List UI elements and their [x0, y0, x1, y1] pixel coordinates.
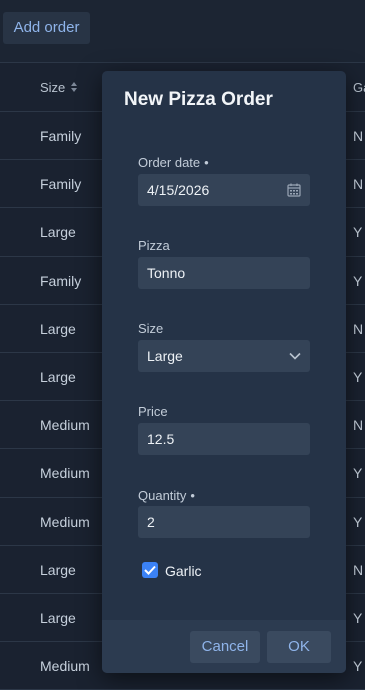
- toolbar: Add order: [0, 0, 365, 63]
- size-cell: Medium: [40, 465, 90, 482]
- size-select[interactable]: Large: [138, 340, 310, 372]
- sort-icon[interactable]: [70, 81, 78, 93]
- garlic-label[interactable]: Garlic: [165, 563, 202, 579]
- garlic-cell: N: [353, 176, 364, 193]
- size-value: Large: [147, 348, 183, 364]
- garlic-cell: Y: [353, 513, 363, 530]
- column-header-size[interactable]: Size: [40, 80, 65, 95]
- garlic-cell: N: [353, 561, 364, 578]
- garlic-cell: Y: [353, 224, 363, 241]
- size-cell: Family: [40, 272, 82, 289]
- check-icon: [144, 565, 156, 575]
- garlic-checkbox[interactable]: [142, 562, 158, 578]
- size-cell: Family: [40, 128, 82, 144]
- garlic-cell: N: [353, 128, 364, 144]
- dialog-title: New Pizza Order: [124, 89, 273, 110]
- quantity-value: 2: [147, 514, 155, 530]
- order-date-value: 4/15/2026: [147, 182, 210, 198]
- size-cell: Family: [40, 176, 82, 193]
- garlic-cell: N: [353, 320, 364, 337]
- size-cell: Medium: [40, 417, 90, 434]
- size-cell: Medium: [40, 658, 90, 675]
- size-label: Size: [138, 321, 164, 336]
- size-cell: Large: [40, 320, 76, 337]
- quantity-label: Quantity •: [138, 488, 195, 503]
- price-label: Price: [138, 404, 168, 419]
- size-cell: Large: [40, 224, 76, 241]
- required-mark: •: [204, 155, 209, 170]
- garlic-cell: N: [353, 417, 364, 434]
- calendar-icon[interactable]: [287, 183, 301, 197]
- garlic-cell: Y: [353, 658, 363, 675]
- price-value: 12.5: [147, 431, 175, 447]
- add-order-button[interactable]: Add order: [3, 12, 90, 44]
- chevron-down-icon[interactable]: [289, 352, 301, 360]
- garlic-cell: Y: [353, 609, 363, 626]
- required-mark: •: [190, 488, 195, 503]
- price-input[interactable]: 12.5: [138, 423, 310, 455]
- size-cell: Large: [40, 609, 76, 626]
- size-cell: Large: [40, 561, 76, 578]
- quantity-input[interactable]: 2: [138, 506, 310, 538]
- ok-button[interactable]: OK: [267, 631, 331, 663]
- column-header-garlic[interactable]: Ga: [353, 80, 365, 95]
- size-cell: Medium: [40, 513, 90, 530]
- garlic-cell: Y: [353, 465, 363, 482]
- new-pizza-order-dialog: New Pizza Order Order date • 4/15/2026 Pi…: [102, 71, 346, 673]
- size-cell: Large: [40, 368, 76, 385]
- cancel-button[interactable]: Cancel: [190, 631, 260, 663]
- pizza-input[interactable]: Tonno: [138, 257, 310, 289]
- garlic-cell: Y: [353, 272, 363, 289]
- order-date-label: Order date •: [138, 155, 209, 170]
- order-date-input[interactable]: 4/15/2026: [138, 174, 310, 206]
- garlic-cell: Y: [353, 368, 363, 385]
- dialog-footer: Cancel OK: [102, 620, 346, 673]
- pizza-label: Pizza: [138, 238, 170, 253]
- pizza-value: Tonno: [147, 265, 186, 281]
